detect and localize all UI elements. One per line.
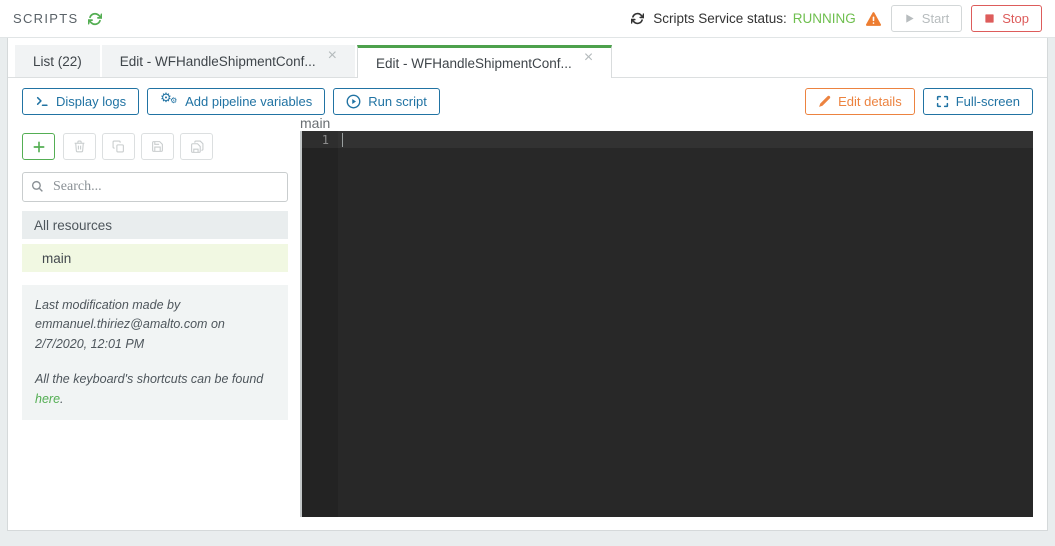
tab-edit-1[interactable]: Edit - WFHandleShipmentConf... × <box>101 45 355 77</box>
resource-group-header: All resources <box>22 211 288 239</box>
status-refresh-icon[interactable] <box>631 12 645 25</box>
save-resource-button[interactable] <box>141 133 174 160</box>
service-status-label: Scripts Service status: <box>653 11 787 26</box>
tab-list[interactable]: List (22) <box>15 45 100 77</box>
tab-bar: List (22) Edit - WFHandleShipmentConf...… <box>8 38 1047 78</box>
scripts-panel: List (22) Edit - WFHandleShipmentConf...… <box>7 38 1048 531</box>
service-status-value: RUNNING <box>792 11 856 26</box>
resource-search-input[interactable] <box>22 172 288 202</box>
editor-info-box: Last modification made by emmanuel.thiri… <box>22 285 288 420</box>
delete-resource-button[interactable] <box>63 133 96 160</box>
page-title: SCRIPTS <box>13 11 79 26</box>
warning-icon <box>865 11 882 27</box>
plus-icon <box>32 140 46 154</box>
pencil-icon <box>818 95 831 108</box>
editor-cursor <box>342 132 343 147</box>
gears-icon: ⚙ ⚙ <box>160 91 178 106</box>
save-all-icon <box>190 140 204 154</box>
copy-resource-button[interactable] <box>102 133 135 160</box>
fullscreen-button[interactable]: Full-screen <box>922 88 1033 115</box>
play-circle-icon <box>346 94 361 109</box>
terminal-icon <box>35 95 49 108</box>
run-script-button[interactable]: Run script <box>333 88 440 115</box>
shortcuts-note: All the keyboard's shortcuts can be foun… <box>35 372 264 406</box>
add-resource-button[interactable] <box>22 133 55 160</box>
display-logs-button[interactable]: Display logs <box>22 88 140 115</box>
stop-icon <box>984 13 995 24</box>
editor-active-line[interactable]: 1 <box>302 131 1033 148</box>
save-all-button[interactable] <box>180 133 213 160</box>
editor-line-number: 1 <box>321 132 329 147</box>
script-toolbar: Display logs ⚙ ⚙ Add pipeline variables R… <box>22 88 1033 115</box>
save-icon <box>151 140 164 153</box>
resource-item-main[interactable]: main <box>22 244 288 272</box>
copy-icon <box>112 140 125 153</box>
edit-details-button[interactable]: Edit details <box>805 88 915 115</box>
close-icon[interactable]: × <box>328 48 337 64</box>
code-editor[interactable]: 1 <box>300 131 1033 517</box>
close-icon[interactable]: × <box>584 50 593 66</box>
add-pipeline-variables-button[interactable]: ⚙ ⚙ Add pipeline variables <box>147 88 326 115</box>
tab-edit-2[interactable]: Edit - WFHandleShipmentConf... × <box>356 45 613 78</box>
refresh-scripts-icon[interactable] <box>88 12 103 26</box>
stop-button[interactable]: Stop <box>971 5 1042 32</box>
editor-resource-label: main <box>300 115 331 131</box>
start-button[interactable]: Start <box>890 5 963 32</box>
trash-icon <box>73 140 86 153</box>
fullscreen-icon <box>936 95 949 108</box>
last-modification-note: Last modification made by emmanuel.thiri… <box>35 298 225 351</box>
shortcuts-link[interactable]: here <box>35 392 60 406</box>
search-icon <box>31 180 44 193</box>
app-header: SCRIPTS Scripts Service status: RUNNING … <box>0 0 1055 38</box>
play-icon <box>904 13 915 24</box>
resource-panel: All resources main Last modification mad… <box>22 133 288 420</box>
